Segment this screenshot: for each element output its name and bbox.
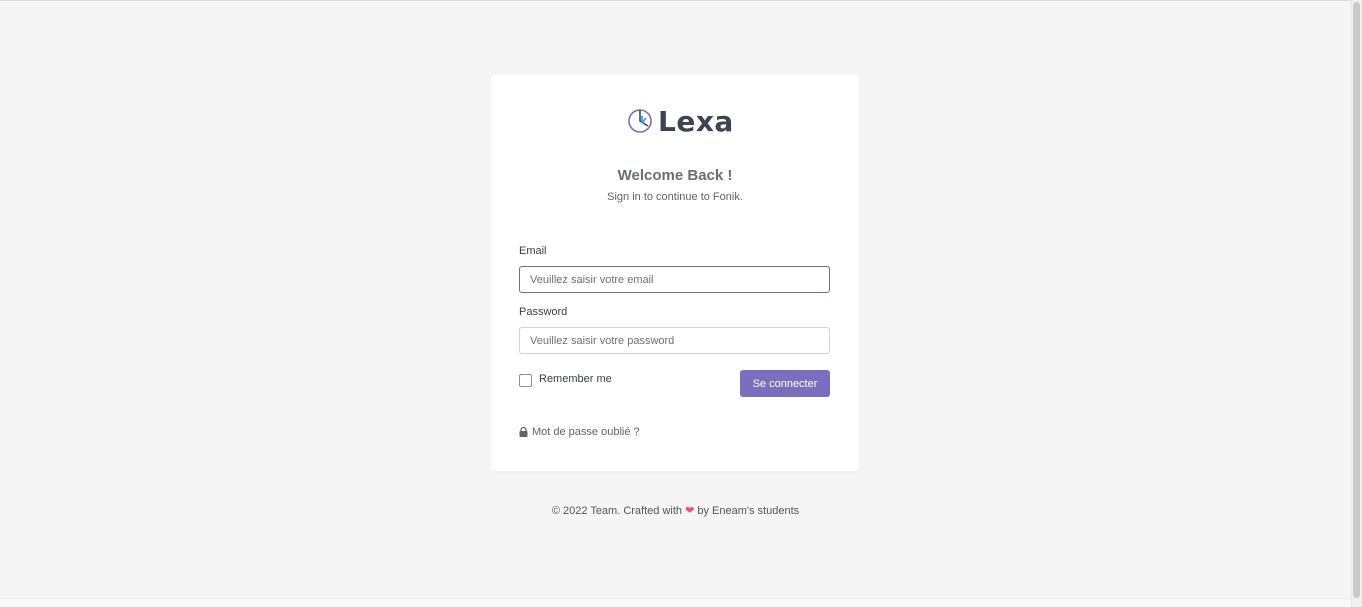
brand-name: Lexa: [658, 104, 734, 138]
logo-icon: [628, 109, 652, 133]
remember-me-checkbox[interactable]: [519, 374, 532, 387]
lock-icon: [519, 427, 528, 437]
footer: © 2022 Team. Crafted with ❤ by Eneam's s…: [0, 504, 1351, 517]
vertical-scrollbar[interactable]: [1351, 0, 1362, 607]
page-title: Welcome Back !: [617, 167, 733, 184]
password-field[interactable]: [519, 327, 830, 354]
email-label: Email: [519, 245, 547, 257]
top-border: [0, 0, 1351, 1]
page-subtitle: Sign in to continue to Fonik.: [607, 191, 743, 203]
forgot-password-label: Mot de passe oublié ?: [532, 426, 640, 438]
sign-in-button[interactable]: Se connecter: [740, 370, 830, 397]
footer-text-end: by Eneam's students: [697, 505, 800, 517]
forgot-password-link[interactable]: Mot de passe oublié ?: [519, 426, 640, 438]
footer-text-start: © 2022 Team. Crafted with: [551, 505, 683, 517]
password-label: Password: [519, 306, 568, 318]
email-field[interactable]: [519, 266, 830, 293]
login-card: Lexa Welcome Back ! Sign in to continue …: [491, 75, 859, 471]
bottom-strip: [0, 598, 1351, 607]
scrollbar-thumb[interactable]: [1353, 2, 1360, 598]
remember-me-label: Remember me: [539, 373, 612, 385]
heart-icon: ❤: [685, 505, 695, 517]
brand-logo: Lexa: [627, 104, 734, 138]
remember-me[interactable]: Remember me: [519, 371, 612, 387]
